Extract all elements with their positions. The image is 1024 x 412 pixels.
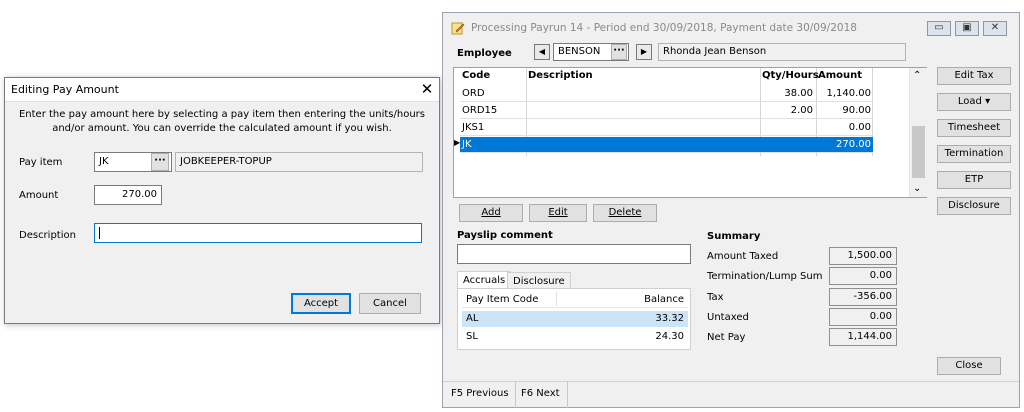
amount-label: Amount: [19, 190, 59, 201]
edit-button[interactable]: Edit: [529, 204, 587, 222]
row-code: ORD15: [462, 105, 498, 116]
pay-item-lookup-button[interactable]: ···: [151, 153, 169, 171]
dialog-title: Editing Pay Amount: [11, 83, 119, 96]
scroll-thumb[interactable]: [912, 126, 925, 178]
accrual-row[interactable]: SL 24.30: [462, 329, 688, 345]
editing-pay-amount-dialog: Editing Pay Amount ✕ Enter the pay amoun…: [4, 77, 440, 324]
row-amount: 0.00: [848, 122, 871, 133]
payslip-comment-input[interactable]: [457, 244, 691, 264]
delete-button[interactable]: Delete: [593, 204, 657, 222]
accrual-code: AL: [466, 313, 479, 324]
window-title-bar[interactable]: Processing Payrun 14 - Period end 30/09/…: [443, 13, 1019, 43]
dialog-instructions: Enter the pay amount here by selecting a…: [18, 109, 425, 134]
close-icon[interactable]: ✕: [983, 21, 1007, 36]
close-icon[interactable]: ✕: [417, 80, 437, 100]
summary-label-net-pay: Net Pay: [707, 332, 746, 343]
etp-button[interactable]: ETP: [937, 171, 1011, 189]
grid-row[interactable]: JKS1 0.00: [460, 120, 873, 136]
accruals-header-code[interactable]: Pay Item Code: [466, 294, 538, 305]
accruals-header-balance[interactable]: Balance: [644, 294, 684, 305]
row-amount: 270.00: [836, 139, 871, 150]
column-header-amount[interactable]: Amount: [818, 70, 862, 81]
accruals-header-row: Pay Item Code Balance: [462, 292, 688, 308]
summary-label-amount-taxed: Amount Taxed: [707, 251, 779, 262]
column-divider: [556, 292, 557, 306]
accrual-row[interactable]: AL 33.32: [462, 311, 688, 327]
column-header-qty-hours[interactable]: Qty/Hours: [762, 70, 819, 81]
grid-row[interactable]: ORD15 2.00 90.00: [460, 103, 873, 119]
accruals-panel: Pay Item Code Balance AL 33.32 SL 24.30: [457, 288, 691, 350]
disclosure-button[interactable]: Disclosure: [937, 197, 1011, 215]
pay-item-name-field: JOBKEEPER-TOPUP: [175, 152, 423, 172]
scroll-up-icon[interactable]: ⌃: [913, 70, 921, 81]
maximize-icon[interactable]: ▣: [955, 21, 979, 36]
row-code: ORD: [462, 88, 485, 99]
employee-label: Employee: [457, 48, 512, 59]
delete-button-label: Delete: [608, 207, 642, 218]
grid-vertical-scrollbar[interactable]: ⌃ ⌄: [909, 68, 927, 197]
accrual-code: SL: [466, 331, 478, 342]
pay-item-label: Pay item: [19, 157, 63, 168]
minimize-icon[interactable]: ▭: [927, 21, 951, 36]
status-divider: [515, 382, 516, 408]
accrual-balance: 24.30: [655, 331, 684, 342]
summary-value-termination-lump-sum: 0.00: [829, 267, 897, 285]
text-cursor: [99, 227, 100, 239]
employee-name-field: Rhonda Jean Benson: [658, 43, 906, 61]
edit-button-label: Edit: [548, 207, 568, 218]
payslip-comment-label: Payslip comment: [457, 230, 553, 241]
column-header-description[interactable]: Description: [528, 70, 593, 81]
summary-value-untaxed: 0.00: [829, 308, 897, 326]
summary-value-net-pay: 1,144.00: [829, 328, 897, 346]
column-header-code[interactable]: Code: [462, 70, 490, 81]
scroll-down-icon[interactable]: ⌄: [913, 183, 921, 194]
add-button-label: Add: [481, 207, 501, 218]
employee-lookup-button[interactable]: ···: [611, 44, 627, 60]
previous-employee-button[interactable]: ◀: [534, 44, 550, 60]
status-previous-shortcut[interactable]: F5 Previous: [451, 388, 509, 399]
grid-row[interactable]: ORD 38.00 1,140.00: [460, 86, 873, 102]
description-label: Description: [19, 230, 76, 241]
row-code: JK: [462, 139, 472, 150]
amount-input[interactable]: 270.00: [94, 185, 162, 205]
description-input[interactable]: [94, 223, 422, 243]
summary-title: Summary: [707, 231, 761, 242]
accept-button[interactable]: Accept: [291, 293, 351, 314]
summary-label-untaxed: Untaxed: [707, 312, 749, 323]
cancel-button[interactable]: Cancel: [359, 293, 421, 314]
edit-tax-button[interactable]: Edit Tax: [937, 67, 1011, 85]
add-button[interactable]: Add: [459, 204, 523, 222]
accrual-balance: 33.32: [655, 313, 684, 324]
summary-value-amount-taxed: 1,500.00: [829, 247, 897, 265]
status-divider: [567, 382, 568, 408]
summary-label-termination-lump-sum: Termination/Lump Sum: [707, 271, 823, 282]
row-qty: 38.00: [784, 88, 813, 99]
row-amount: 1,140.00: [826, 88, 871, 99]
load-button[interactable]: Load ▾: [937, 93, 1011, 111]
next-employee-button[interactable]: ▶: [636, 44, 652, 60]
summary-value-tax: -356.00: [829, 288, 897, 306]
close-button[interactable]: Close: [937, 357, 1001, 375]
grid-row-selected[interactable]: JK 270.00: [460, 137, 873, 153]
termination-button[interactable]: Termination: [937, 145, 1011, 163]
summary-label-tax: Tax: [707, 292, 724, 303]
status-next-shortcut[interactable]: F6 Next: [521, 388, 560, 399]
dialog-title-bar[interactable]: Editing Pay Amount ✕: [5, 78, 439, 102]
status-bar: F5 Previous F6 Next: [443, 381, 1019, 408]
pay-items-grid[interactable]: Code Description Qty/Hours Amount ORD 38…: [453, 67, 927, 198]
edit-pencil-icon: [451, 22, 465, 35]
row-code: JKS1: [462, 122, 485, 133]
row-amount: 90.00: [842, 105, 871, 116]
timesheet-button[interactable]: Timesheet: [937, 119, 1011, 137]
row-qty: 2.00: [790, 105, 813, 116]
processing-payrun-window: Processing Payrun 14 - Period end 30/09/…: [442, 12, 1020, 408]
window-title: Processing Payrun 14 - Period end 30/09/…: [471, 22, 857, 34]
